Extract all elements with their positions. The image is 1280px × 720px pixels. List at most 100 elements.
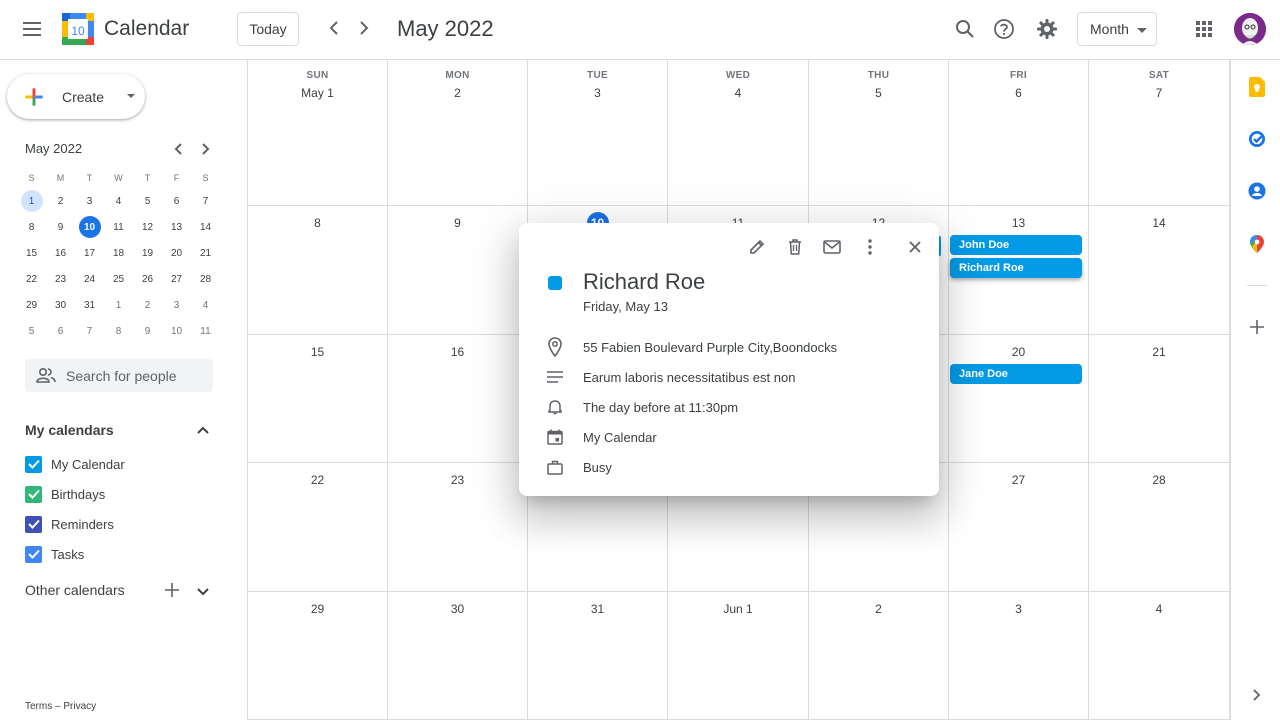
day-cell[interactable]: 29 [248,592,388,720]
close-popup-button[interactable] [901,233,929,261]
google-apps-button[interactable] [1187,12,1221,46]
app-name[interactable]: Calendar [104,17,189,41]
search-button[interactable] [948,12,982,46]
day-cell[interactable]: TUE 3 [528,60,668,206]
day-number[interactable]: 16 [447,341,469,363]
day-number[interactable]: 31 [587,598,609,620]
hide-side-panel-button[interactable] [1246,684,1268,706]
privacy-link[interactable]: Privacy [63,701,96,712]
search-people-box[interactable] [25,359,213,392]
day-number[interactable]: 5 [868,82,890,104]
day-cell[interactable]: 8 [248,206,388,335]
delete-event-button[interactable] [781,233,809,261]
mini-day[interactable]: 16 [46,240,75,266]
maps-button[interactable] [1246,233,1268,255]
my-calendars-title[interactable]: My calendars [25,422,114,438]
keep-button[interactable] [1246,76,1268,98]
event-location[interactable]: 55 Fabien Boulevard Purple City,Boondock… [583,340,837,355]
expand-other-calendars-button[interactable] [193,582,213,602]
mini-day[interactable]: 28 [191,266,220,292]
mini-day[interactable]: 8 [104,318,133,344]
day-cell[interactable]: 31 [528,592,668,720]
mini-previous-month-button[interactable] [163,134,193,164]
mini-day[interactable]: 3 [75,188,104,214]
day-cell[interactable]: 21 [1089,335,1230,463]
main-menu-button[interactable] [13,9,53,49]
mini-day[interactable]: 11 [104,214,133,240]
mini-day[interactable]: 23 [46,266,75,292]
calendar-item[interactable]: Reminders [25,514,114,534]
day-number[interactable]: 23 [447,469,469,491]
calendar-checkbox[interactable] [25,515,42,533]
mini-day[interactable]: 12 [133,214,162,240]
day-number[interactable]: 3 [587,82,609,104]
day-number[interactable]: 3 [1008,598,1030,620]
day-cell[interactable]: THU 5 [809,60,949,206]
day-cell[interactable]: MON 2 [388,60,528,206]
calendar-checkbox[interactable] [25,485,42,503]
day-cell[interactable]: 4 [1089,592,1230,720]
edit-event-button[interactable] [743,233,771,261]
day-cell[interactable]: Jun 1 [668,592,809,720]
mini-day[interactable]: 7 [75,318,104,344]
day-number[interactable]: 4 [1148,598,1170,620]
day-cell[interactable]: WED 4 [668,60,809,206]
day-number[interactable]: 29 [307,598,329,620]
day-number[interactable]: 8 [307,212,329,234]
next-month-button[interactable] [349,13,379,43]
day-cell[interactable]: 3 [949,592,1089,720]
event-chip[interactable]: Jane Doe [950,364,1082,384]
day-number[interactable]: May 1 [301,82,334,104]
day-cell[interactable]: 9 [388,206,528,335]
day-number[interactable]: 9 [447,212,469,234]
mini-day[interactable]: 10 [75,214,104,240]
event-chip[interactable]: Richard Roe [950,258,1082,278]
event-chip[interactable]: John Doe [950,235,1082,255]
day-cell[interactable]: 15 [248,335,388,463]
mini-day[interactable]: 29 [17,292,46,318]
collapse-my-calendars-button[interactable] [193,420,213,440]
day-cell[interactable]: SAT 7 [1089,60,1230,206]
day-cell[interactable]: 27 [949,463,1089,592]
mini-next-month-button[interactable] [191,134,221,164]
add-other-calendar-button[interactable] [162,580,182,600]
mini-day[interactable]: 14 [191,214,220,240]
day-cell[interactable]: 22 [248,463,388,592]
mini-day[interactable]: 31 [75,292,104,318]
day-number[interactable]: 30 [447,598,469,620]
day-cell[interactable]: SUN May 1 [248,60,388,206]
day-cell[interactable]: 28 [1089,463,1230,592]
mini-day[interactable]: 20 [162,240,191,266]
mini-day[interactable]: 18 [104,240,133,266]
previous-month-button[interactable] [319,13,349,43]
day-cell[interactable]: 30 [388,592,528,720]
mini-day[interactable]: 9 [133,318,162,344]
day-number[interactable]: 6 [1008,82,1030,104]
day-cell[interactable]: FRI 6 [949,60,1089,206]
mini-day[interactable]: 30 [46,292,75,318]
day-cell[interactable]: 2 [809,592,949,720]
mini-day[interactable]: 22 [17,266,46,292]
day-number[interactable]: 4 [727,82,749,104]
mini-day[interactable]: 7 [191,188,220,214]
mini-day[interactable]: 17 [75,240,104,266]
mini-day[interactable]: 26 [133,266,162,292]
calendar-item[interactable]: My Calendar [25,454,125,474]
terms-link[interactable]: Terms [25,701,52,712]
mini-day[interactable]: 8 [17,214,46,240]
view-switcher[interactable]: Month [1077,12,1157,46]
mini-day[interactable]: 1 [17,188,46,214]
mini-day[interactable]: 15 [17,240,46,266]
mini-day[interactable]: 10 [162,318,191,344]
mini-day[interactable]: 21 [191,240,220,266]
day-number[interactable]: 20 [1008,341,1030,363]
mini-day[interactable]: 1 [104,292,133,318]
help-button[interactable] [987,12,1021,46]
today-button[interactable]: Today [237,12,299,46]
mini-day[interactable]: 6 [162,188,191,214]
day-number[interactable]: 2 [868,598,890,620]
calendar-item[interactable]: Tasks [25,544,84,564]
day-number[interactable]: 13 [1008,212,1030,234]
day-cell[interactable]: 20 [949,335,1089,463]
mini-day[interactable]: 19 [133,240,162,266]
